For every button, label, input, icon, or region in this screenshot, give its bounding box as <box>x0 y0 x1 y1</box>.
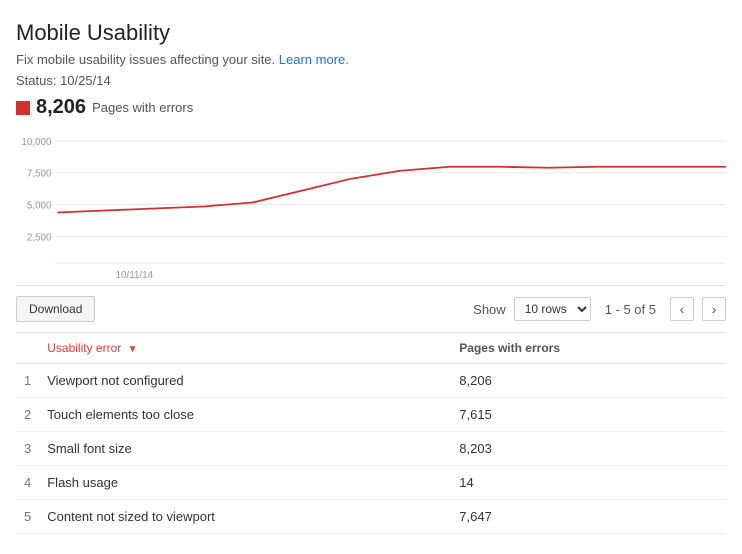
chart-area: 10,000 7,500 5,000 2,500 10/11/14 <box>16 131 726 286</box>
status-line: Status: 10/25/14 <box>16 73 726 88</box>
table-header-row: Usability error ▼ Pages with errors <box>16 333 726 364</box>
sort-icon: ▼ <box>128 344 138 355</box>
table-row: 4 Flash usage 14 <box>16 466 726 500</box>
error-count-row: 8,206 Pages with errors <box>16 96 726 119</box>
row-num: 1 <box>16 364 39 398</box>
svg-text:5,000: 5,000 <box>27 200 52 211</box>
error-count-label: Pages with errors <box>92 100 193 115</box>
svg-text:2,500: 2,500 <box>27 232 52 243</box>
subtitle-text: Fix mobile usability issues affecting yo… <box>16 52 275 67</box>
row-num: 2 <box>16 398 39 432</box>
data-table: Usability error ▼ Pages with errors 1 Vi… <box>16 333 726 534</box>
row-error: Touch elements too close <box>39 398 451 432</box>
learn-more-link[interactable]: Learn more. <box>279 52 349 67</box>
col-pages-header: Pages with errors <box>451 333 726 364</box>
next-page-button[interactable]: › <box>702 297 726 321</box>
row-num: 5 <box>16 500 39 534</box>
toolbar: Download Show 10 rows 25 rows 50 rows 1 … <box>16 286 726 333</box>
show-label: Show <box>473 302 506 317</box>
row-error: Viewport not configured <box>39 364 451 398</box>
prev-page-button[interactable]: ‹ <box>670 297 694 321</box>
row-pages: 8,203 <box>451 432 726 466</box>
row-num: 3 <box>16 432 39 466</box>
row-error: Flash usage <box>39 466 451 500</box>
col-num-header <box>16 333 39 364</box>
svg-text:7,500: 7,500 <box>27 169 52 180</box>
table-row: 5 Content not sized to viewport 7,647 <box>16 500 726 534</box>
row-pages: 14 <box>451 466 726 500</box>
page-title: Mobile Usability <box>16 20 726 46</box>
chart-svg: 10,000 7,500 5,000 2,500 10/11/14 <box>16 131 726 285</box>
table-row: 2 Touch elements too close 7,615 <box>16 398 726 432</box>
toolbar-right: Show 10 rows 25 rows 50 rows 1 - 5 of 5 … <box>473 297 726 321</box>
svg-text:10,000: 10,000 <box>21 137 52 148</box>
pagination-info: 1 - 5 of 5 <box>605 302 656 317</box>
row-pages: 7,615 <box>451 398 726 432</box>
table-row: 1 Viewport not configured 8,206 <box>16 364 726 398</box>
table-body: 1 Viewport not configured 8,206 2 Touch … <box>16 364 726 534</box>
col-error-header[interactable]: Usability error ▼ <box>39 333 451 364</box>
error-color-indicator <box>16 101 30 115</box>
table-row: 3 Small font size 8,203 <box>16 432 726 466</box>
error-count: 8,206 <box>36 96 86 119</box>
row-num: 4 <box>16 466 39 500</box>
row-pages: 8,206 <box>451 364 726 398</box>
download-button[interactable]: Download <box>16 296 95 322</box>
rows-select[interactable]: 10 rows 25 rows 50 rows <box>514 297 591 321</box>
row-pages: 7,647 <box>451 500 726 534</box>
row-error: Content not sized to viewport <box>39 500 451 534</box>
subtitle: Fix mobile usability issues affecting yo… <box>16 52 726 67</box>
svg-text:10/11/14: 10/11/14 <box>116 270 154 281</box>
row-error: Small font size <box>39 432 451 466</box>
